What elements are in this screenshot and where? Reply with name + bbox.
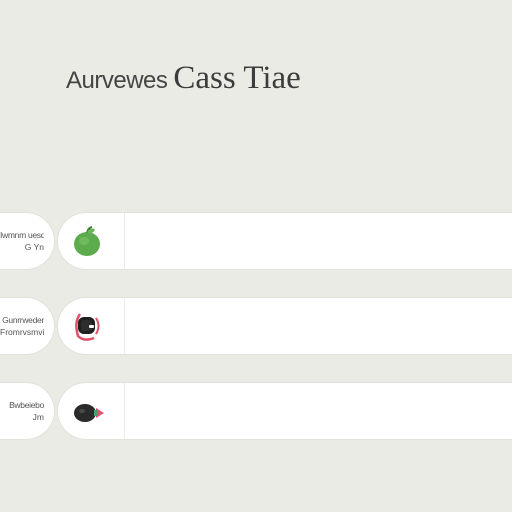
row-icon-cell [58, 383, 125, 439]
row-label-line-2: Fromrvsmvi [0, 327, 44, 337]
title-part-1: Aurvewes [66, 67, 168, 94]
camera-icon [74, 404, 104, 422]
row-label-card[interactable]: Iwmnm uesdle G Yn [0, 213, 54, 269]
row-label-line-1: Iwmnm uesdle [0, 230, 44, 240]
list-item[interactable]: Bwbeiebo Jm [0, 383, 512, 439]
row-label-line-2: G Yn [24, 242, 44, 252]
row-label-line-2: Jm [32, 412, 44, 422]
row-icon-cell [58, 213, 125, 269]
row-icon-cell [58, 298, 125, 354]
list-item[interactable]: Iwmnm uesdle G Yn [0, 213, 512, 269]
row-bar[interactable] [58, 213, 512, 269]
row-label-card[interactable]: Bwbeiebo Jm [0, 383, 54, 439]
green-apple-icon [74, 226, 100, 256]
row-label-card[interactable]: Gunrrweder Fromrvsmvi [0, 298, 54, 354]
list-item[interactable]: Gunrrweder Fromrvsmvi [0, 298, 512, 354]
row-label-line-1: Bwbeiebo [9, 400, 44, 410]
row-bar[interactable] [58, 383, 512, 439]
page-title: Aurvewes Cass Tiae [66, 60, 486, 99]
row-bar[interactable] [58, 298, 512, 354]
smartwatch-icon [75, 313, 100, 341]
app-screen: AurvewesCass Tiae Iwmnm uesdle G Yn Gunr… [0, 0, 512, 512]
row-label-line-1: Gunrrweder [2, 315, 44, 325]
title-part-2: Cass Tiae [173, 60, 301, 96]
